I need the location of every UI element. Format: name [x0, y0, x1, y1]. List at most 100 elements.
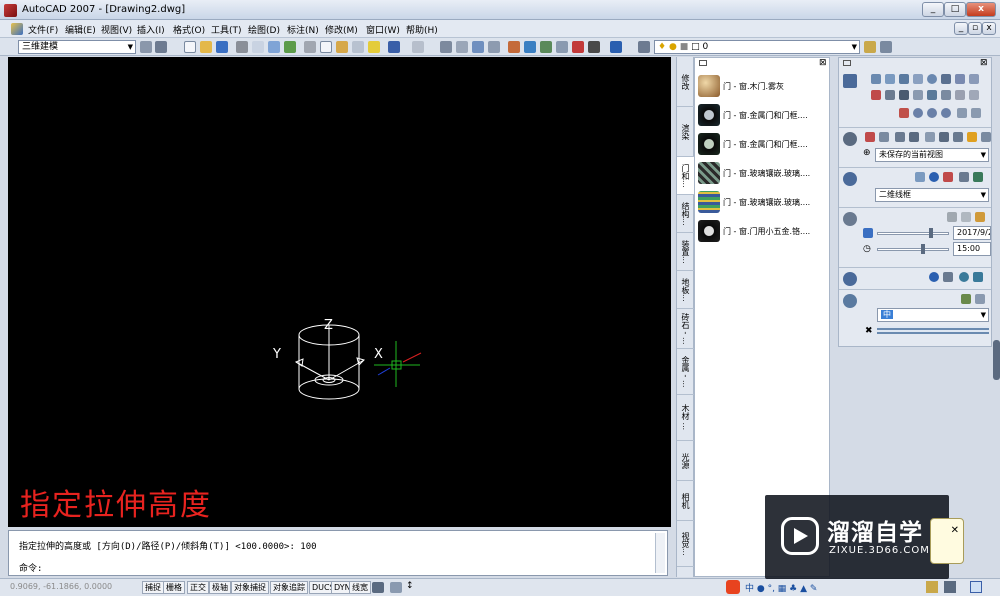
- menu-help[interactable]: 帮助(H): [406, 23, 438, 36]
- match-properties-icon[interactable]: [352, 41, 364, 53]
- ortho-toggle[interactable]: 正交: [187, 581, 209, 594]
- materials-off-icon[interactable]: [929, 272, 939, 282]
- tab-fixtures[interactable]: 装置...: [677, 233, 694, 271]
- print-icon[interactable]: [236, 41, 248, 53]
- otrack-toggle[interactable]: 对象追踪: [270, 581, 308, 594]
- close-icon[interactable]: ✕: [951, 525, 959, 536]
- block-editor-icon[interactable]: [368, 41, 380, 53]
- revolve-icon[interactable]: [913, 90, 923, 100]
- material-item[interactable]: 门 - 窗.金属门和门框....: [695, 130, 829, 159]
- extrude-icon[interactable]: [871, 90, 881, 100]
- view-cube-icon[interactable]: [981, 132, 991, 142]
- workspace-settings-icon[interactable]: [140, 41, 152, 53]
- menu-view[interactable]: 视图(V): [101, 23, 132, 36]
- notification-bubble[interactable]: ✕: [930, 518, 964, 564]
- material-item[interactable]: 门 - 窗.金属门和门框....: [695, 101, 829, 130]
- menu-draw[interactable]: 绘图(D): [248, 23, 280, 36]
- menu-insert[interactable]: 插入(I): [137, 23, 165, 36]
- workspace-select[interactable]: 三维建模 ▼: [18, 40, 136, 54]
- ime-toolbar[interactable]: 中 ● °, ▦ ♣ ▲ ✎: [745, 581, 817, 594]
- tab-cameras[interactable]: 相机: [677, 481, 694, 521]
- render-quality-select[interactable]: 中 ▼: [877, 308, 989, 322]
- menu-edit[interactable]: 编辑(E): [65, 23, 96, 36]
- doc-close-button[interactable]: x: [982, 22, 996, 35]
- tab-doors-windows[interactable]: 门和...: [677, 157, 694, 195]
- doc-restore-button[interactable]: ▫: [968, 22, 982, 35]
- fly-icon[interactable]: [925, 132, 935, 142]
- 3d-pan-icon[interactable]: [865, 132, 875, 142]
- align-3d-icon[interactable]: [927, 108, 937, 118]
- tab-metals[interactable]: 金属 - ...: [677, 349, 694, 395]
- material-item[interactable]: 门 - 窗.玻璃镶嵌.玻璃....: [695, 159, 829, 188]
- attach-material-icon[interactable]: [959, 272, 969, 282]
- osnap-toggle[interactable]: 对象捕捉: [231, 581, 269, 594]
- mirror-3d-icon[interactable]: [941, 108, 951, 118]
- publish-icon[interactable]: [268, 41, 280, 53]
- view-select[interactable]: 未保存的当前视图 ▼: [875, 148, 989, 162]
- sun-light-icon[interactable]: [947, 212, 957, 222]
- autocad-app-icon[interactable]: [4, 4, 17, 17]
- communication-center-icon[interactable]: [926, 581, 938, 593]
- menu-tools[interactable]: 工具(T): [211, 23, 242, 36]
- walk-icon[interactable]: [909, 132, 919, 142]
- sheet-set-icon[interactable]: [556, 41, 568, 53]
- etransmit-icon[interactable]: [284, 41, 296, 53]
- redo-icon[interactable]: [412, 41, 424, 53]
- presspull-icon[interactable]: [885, 90, 895, 100]
- material-item[interactable]: 门 - 窗.门用小五金.铬....: [695, 217, 829, 246]
- command-scrollbar[interactable]: [655, 533, 665, 573]
- 2d-wireframe-icon[interactable]: [915, 172, 925, 182]
- camera-icon[interactable]: [939, 132, 949, 142]
- tool-palettes-icon[interactable]: [540, 41, 552, 53]
- section-icon[interactable]: [971, 108, 981, 118]
- date-slider[interactable]: [877, 232, 949, 235]
- undo-icon[interactable]: [388, 41, 400, 53]
- tab-lights[interactable]: 光源: [677, 441, 694, 481]
- loft-icon[interactable]: [927, 90, 937, 100]
- paste-icon[interactable]: [336, 41, 348, 53]
- doc-minimize-button[interactable]: _: [954, 22, 968, 35]
- markup-icon[interactable]: [572, 41, 584, 53]
- zoom-realtime-icon[interactable]: [456, 41, 468, 53]
- palette-properties-icon[interactable]: [699, 60, 707, 66]
- scroll-arrows-icon[interactable]: ↕: [406, 581, 414, 591]
- 3d-orbit-icon[interactable]: [895, 132, 905, 142]
- sun-properties-icon[interactable]: [975, 212, 985, 222]
- perspective-icon[interactable]: [953, 132, 963, 142]
- workspace-save-icon[interactable]: [155, 41, 167, 53]
- document-icon[interactable]: [11, 23, 23, 35]
- cylinder-icon[interactable]: [941, 74, 951, 84]
- lineweight-toggle[interactable]: 线宽: [349, 581, 371, 594]
- layer-manager-icon[interactable]: [638, 41, 650, 53]
- time-slider[interactable]: [877, 248, 949, 251]
- tab-wood[interactable]: 木材 ...: [677, 395, 694, 441]
- rotate-3d-icon[interactable]: [913, 108, 923, 118]
- grid-toggle[interactable]: 栅格: [163, 581, 185, 594]
- maximize-button[interactable]: □: [944, 2, 966, 17]
- palette-close-icon[interactable]: ⊠: [819, 58, 827, 68]
- cone-icon[interactable]: [899, 74, 909, 84]
- tab-flooring[interactable]: 地板...: [677, 271, 694, 309]
- box-icon[interactable]: [871, 74, 881, 84]
- copy-icon[interactable]: [320, 41, 332, 53]
- time-field[interactable]: 15:00: [953, 242, 991, 256]
- menu-format[interactable]: 格式(O): [173, 23, 205, 36]
- drawing-canvas[interactable]: Z Y X: [8, 57, 671, 527]
- dashboard-close-icon[interactable]: ⊠: [980, 58, 988, 68]
- model-space-icon[interactable]: [372, 582, 384, 593]
- materials-editor-icon[interactable]: [943, 272, 953, 282]
- menu-file[interactable]: 文件(F): [28, 23, 58, 36]
- polysolid-icon[interactable]: [955, 74, 965, 84]
- cut-icon[interactable]: [304, 41, 316, 53]
- tab-modify[interactable]: 修改: [677, 57, 694, 107]
- pyramid-icon[interactable]: [913, 74, 923, 84]
- open-icon[interactable]: [200, 41, 212, 53]
- union-icon[interactable]: [941, 90, 951, 100]
- minimize-button[interactable]: _: [922, 2, 944, 17]
- save-icon[interactable]: [216, 41, 228, 53]
- command-window[interactable]: 指定拉伸的高度或 [方向(D)/路径(P)/倾斜角(T)] <100.0000>…: [8, 530, 668, 576]
- dashboard-properties-icon[interactable]: [843, 60, 851, 66]
- visual-style-select[interactable]: 二维线框 ▼: [875, 188, 989, 202]
- tab-masonry[interactable]: 砖石 - ...: [677, 309, 694, 349]
- sphere-icon[interactable]: [927, 74, 937, 84]
